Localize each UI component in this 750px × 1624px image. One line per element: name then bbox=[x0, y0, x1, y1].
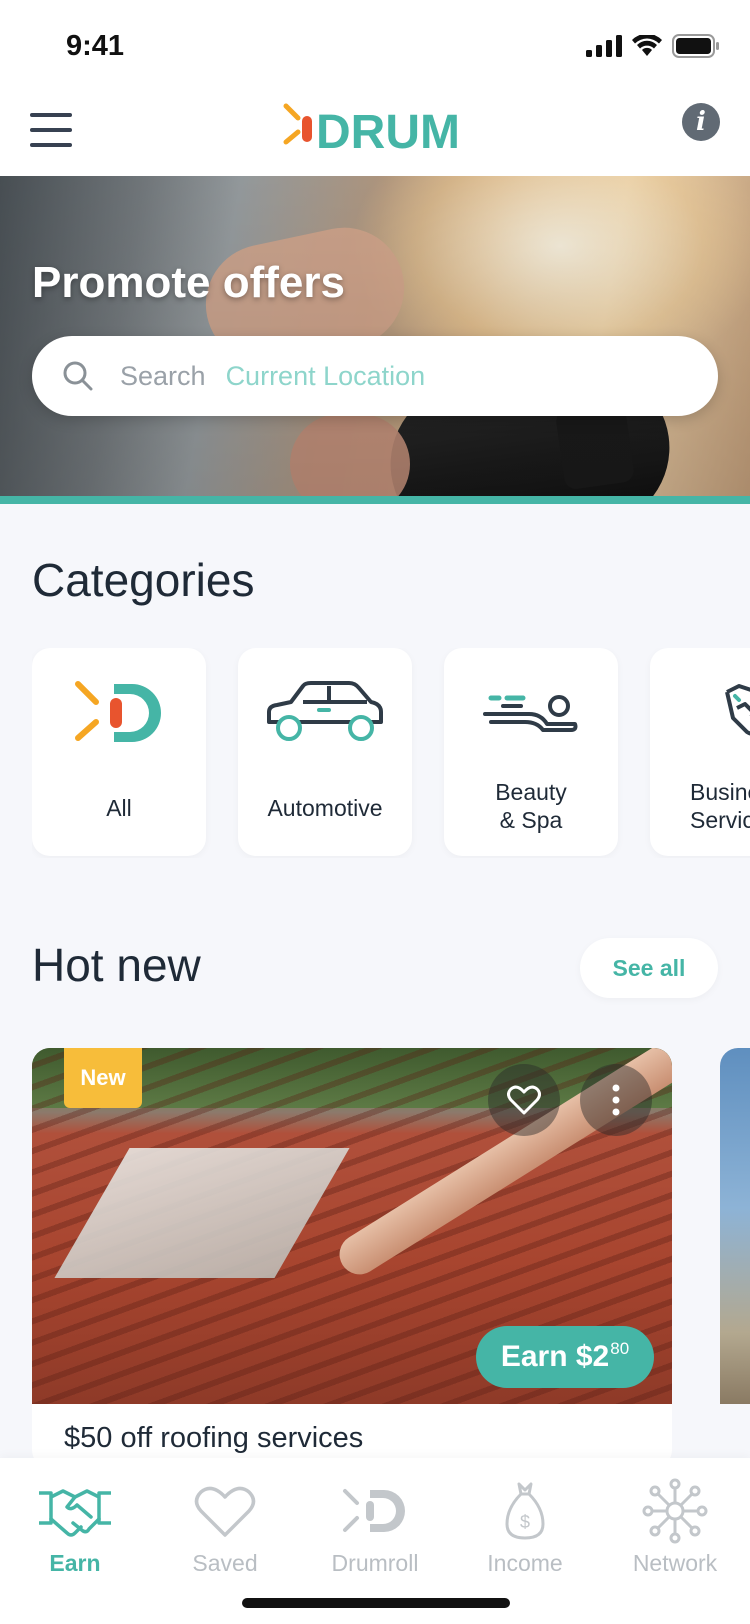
home-indicator[interactable] bbox=[242, 1598, 510, 1608]
tab-income[interactable]: $ Income bbox=[450, 1476, 600, 1586]
more-vertical-icon bbox=[612, 1084, 620, 1116]
see-all-button[interactable]: See all bbox=[580, 938, 718, 998]
heart-icon bbox=[507, 1085, 541, 1115]
hot-new-title: Hot new bbox=[32, 939, 201, 991]
tab-drumroll[interactable]: Drumroll bbox=[300, 1476, 450, 1586]
category-all[interactable]: All bbox=[32, 648, 206, 856]
network-icon bbox=[642, 1478, 708, 1544]
category-business-services[interactable]: Business Services bbox=[650, 648, 750, 856]
info-icon[interactable]: i bbox=[682, 103, 720, 141]
category-beauty-spa[interactable]: Beauty & Spa bbox=[444, 648, 618, 856]
categories-carousel[interactable]: All Automotive Beauty & Spa Busin Servic bbox=[32, 648, 750, 858]
svg-text:$: $ bbox=[520, 1512, 530, 1532]
hamburger-menu-icon[interactable] bbox=[30, 108, 74, 152]
tab-earn[interactable]: Earn bbox=[0, 1476, 150, 1586]
tab-label: Drumroll bbox=[331, 1550, 419, 1576]
drum-logo-icon bbox=[343, 1489, 405, 1532]
category-label: Beauty & Spa bbox=[444, 778, 618, 834]
search-location-filter[interactable]: Current Location bbox=[226, 361, 426, 392]
categories-title: Categories bbox=[32, 554, 255, 606]
category-automotive[interactable]: Automotive bbox=[238, 648, 412, 856]
tab-label: Earn bbox=[49, 1550, 101, 1576]
category-label: Business Services bbox=[650, 778, 750, 834]
tab-label: Saved bbox=[192, 1550, 258, 1576]
svg-text:DRUM: DRUM bbox=[316, 106, 460, 159]
earn-amount-badge: Earn $2 80 bbox=[476, 1326, 654, 1388]
category-label: Automotive bbox=[267, 795, 383, 821]
category-label-line1: Business bbox=[690, 779, 750, 805]
spa-icon bbox=[483, 695, 578, 732]
hero-title: Promote offers bbox=[32, 258, 345, 307]
status-bar: 9:41 bbox=[0, 0, 750, 88]
earn-amount-dollars: Earn $2 bbox=[500, 1340, 610, 1373]
heart-icon bbox=[194, 1486, 256, 1537]
search-icon bbox=[63, 361, 93, 391]
handshake-icon bbox=[39, 1489, 111, 1537]
tab-label: Network bbox=[632, 1550, 718, 1576]
search-input[interactable]: Search Current Location bbox=[32, 336, 718, 416]
cellular-signal-icon bbox=[586, 35, 622, 57]
tab-saved[interactable]: Saved bbox=[150, 1476, 300, 1586]
offer-title: $50 off roofing services bbox=[64, 1422, 364, 1454]
app-header: DRUM i bbox=[0, 88, 750, 176]
category-label-line2: Services bbox=[690, 807, 750, 833]
drum-logo[interactable]: DRUM bbox=[282, 100, 472, 160]
handshake-icon bbox=[725, 684, 750, 736]
earn-amount-cents: 80 bbox=[610, 1339, 630, 1358]
hero-banner: Promote offers Search Current Location bbox=[0, 176, 750, 496]
car-icon bbox=[267, 681, 383, 741]
offer-card[interactable]: New Earn $2 80 $50 off roofing services bbox=[32, 1048, 672, 1468]
status-icons bbox=[586, 34, 720, 58]
favorite-button[interactable] bbox=[488, 1064, 560, 1136]
category-label-line1: Beauty bbox=[495, 779, 567, 805]
next-offer-card-peek[interactable] bbox=[720, 1048, 750, 1404]
tab-label: Income bbox=[487, 1550, 563, 1576]
tab-network[interactable]: Network bbox=[600, 1476, 750, 1586]
new-badge: New bbox=[64, 1048, 142, 1108]
drum-logo-icon bbox=[75, 681, 161, 742]
wifi-icon bbox=[632, 35, 662, 56]
more-options-button[interactable] bbox=[580, 1064, 652, 1136]
category-label-line2: & Spa bbox=[499, 807, 563, 833]
battery-icon bbox=[672, 34, 719, 58]
status-time: 9:41 bbox=[66, 30, 125, 62]
category-label: All bbox=[106, 795, 132, 821]
search-placeholder: Search bbox=[120, 360, 206, 391]
hero-accent-bar bbox=[0, 496, 750, 504]
money-bag-icon: $ bbox=[505, 1482, 545, 1540]
